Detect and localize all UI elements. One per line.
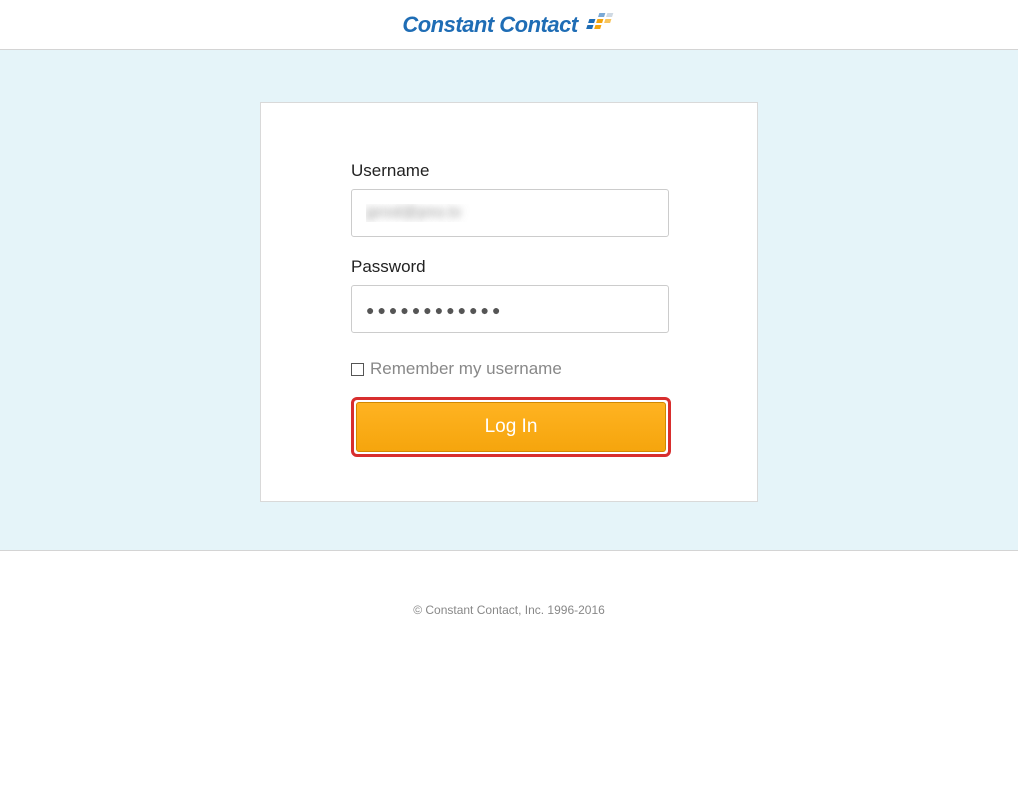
footer: © Constant Contact, Inc. 1996-2016 <box>0 551 1018 619</box>
login-button[interactable]: Log In <box>356 402 666 452</box>
password-label: Password <box>351 257 667 277</box>
header: Constant Contact <box>0 0 1018 50</box>
copyright-text: © Constant Contact, Inc. 1996-2016 <box>413 603 605 617</box>
brand-logo: Constant Contact <box>402 11 615 38</box>
remember-checkbox[interactable] <box>351 363 364 376</box>
password-input[interactable] <box>351 285 669 333</box>
login-button-highlight: Log In <box>351 397 671 457</box>
brand-mark-icon <box>582 11 616 38</box>
username-label: Username <box>351 161 667 181</box>
main-content: Username Password Remember my username L… <box>0 50 1018 551</box>
remember-row: Remember my username <box>351 359 667 379</box>
brand-name: Constant Contact <box>402 12 577 38</box>
login-card: Username Password Remember my username L… <box>260 102 758 502</box>
username-input[interactable] <box>351 189 669 237</box>
remember-label: Remember my username <box>370 359 562 379</box>
